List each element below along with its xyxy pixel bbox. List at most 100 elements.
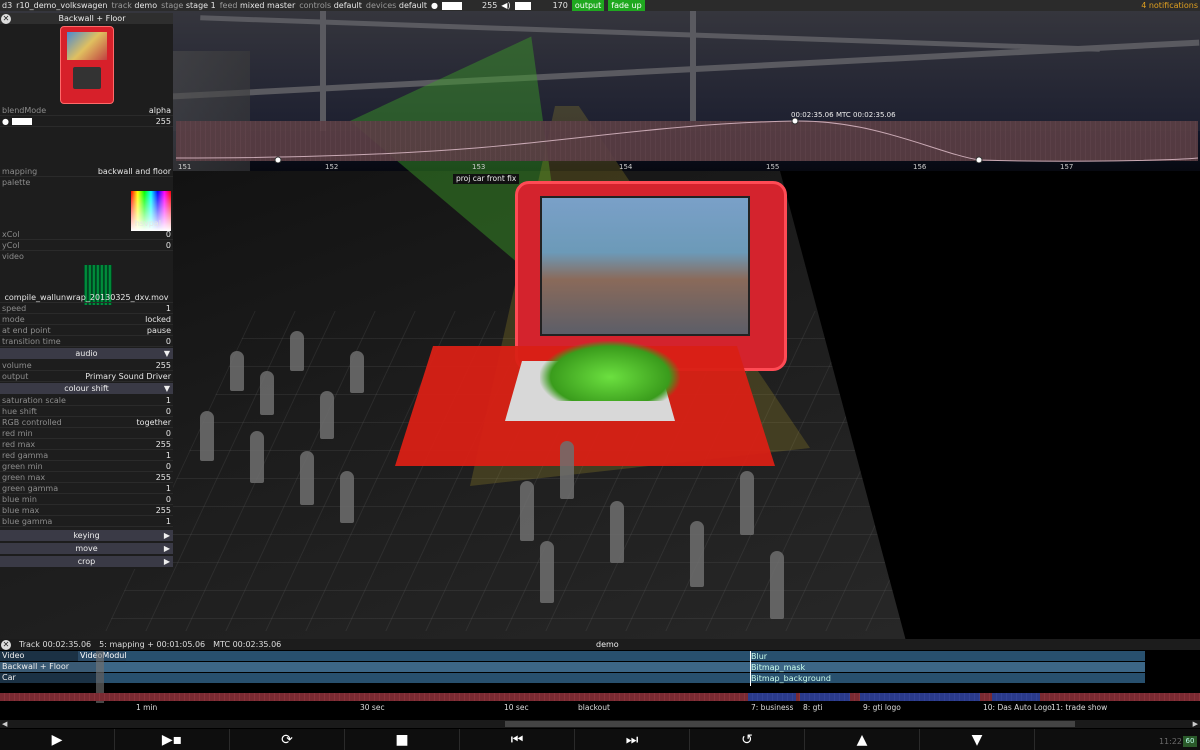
track-header: ✕ Track 00:02:35.06 5: mapping + 00:01:0… (0, 639, 1200, 650)
speaker-icon: ◀) (501, 1, 511, 10)
scroll-left-icon[interactable]: ◀ (2, 720, 7, 728)
cue-label[interactable]: 10: Das Auto Logo (983, 703, 1052, 712)
scroll-right-icon[interactable]: ▶ (1193, 720, 1198, 728)
brightness-swatch (11, 117, 32, 125)
lane-clip[interactable] (126, 651, 1145, 661)
previous-button[interactable]: ⏮ (460, 729, 575, 750)
field-xcol[interactable]: xCol 0 (0, 229, 173, 240)
field-hue-shift[interactable]: hue shift 0 (0, 406, 173, 417)
project-name[interactable]: r10_demo_volkswagen (16, 1, 107, 10)
output-state[interactable]: fade up (608, 0, 645, 11)
devices-selector[interactable]: devices default (366, 1, 427, 10)
timeline-scrollbar[interactable]: ◀ ▶ (0, 720, 1200, 728)
field-brightness[interactable]: ● 255 (0, 116, 173, 127)
field-speed[interactable]: speed 1 (0, 303, 173, 314)
app-name[interactable]: d3 (2, 1, 12, 10)
section-keying[interactable]: keying ▶ (0, 530, 173, 541)
next-icon: ⏭ (625, 731, 639, 748)
audience-figure (300, 451, 314, 505)
field-transition-time[interactable]: transition time 0 (0, 336, 173, 347)
roof-truss (320, 11, 326, 131)
track-selector[interactable]: track demo (112, 1, 158, 10)
field-rgb-controlled[interactable]: RGB controlled together (0, 417, 173, 428)
stop-button[interactable]: ■ (345, 729, 460, 750)
cue-block[interactable] (800, 693, 850, 701)
notifications-indicator[interactable]: 4 notifications (1141, 1, 1200, 10)
field-red-min[interactable]: red min 0 (0, 428, 173, 439)
cue-label[interactable]: 9: gti logo (863, 703, 901, 712)
return-button[interactable]: ↺ (690, 729, 805, 750)
cue-block[interactable] (992, 693, 1040, 701)
field-mapping[interactable]: mapping backwall and floor (0, 166, 173, 177)
up-button[interactable]: ▲ (805, 729, 920, 750)
brightness-slider[interactable] (442, 1, 463, 10)
next-button[interactable]: ⏭ (575, 729, 690, 750)
field-green-min[interactable]: green min 0 (0, 461, 173, 472)
field-volume[interactable]: volume 255 (0, 360, 173, 371)
cue-label[interactable]: blackout (578, 703, 610, 712)
lane-backwall-floor[interactable]: Backwall + Floor Bitmap_mask (0, 662, 1145, 672)
lane-clip[interactable] (104, 662, 1145, 672)
controls-selector[interactable]: controls default (299, 1, 362, 10)
play-button[interactable]: ▶ (0, 729, 115, 750)
lane-name: Backwall + Floor (2, 662, 70, 671)
field-palette[interactable]: palette (0, 177, 173, 188)
field-video[interactable]: video (0, 251, 173, 262)
section-move[interactable]: move ▶ (0, 543, 173, 554)
cue-label[interactable]: 8: gti (803, 703, 822, 712)
play-to-end-button[interactable]: ▶▪ (115, 729, 230, 750)
scrollbar-thumb[interactable] (505, 721, 1075, 727)
field-blue-max[interactable]: blue max 255 (0, 505, 173, 516)
output-label[interactable]: output (571, 0, 605, 11)
section-audio[interactable]: audio ▼ (0, 348, 173, 359)
roof-truss (690, 11, 696, 121)
field-green-max[interactable]: green max 255 (0, 472, 173, 483)
projector-label: proj car front fix (453, 174, 520, 184)
field-mode[interactable]: mode locked (0, 314, 173, 325)
audience-figure (610, 501, 624, 563)
close-icon[interactable]: ✕ (1, 639, 11, 650)
stage-selector[interactable]: stage stage 1 (161, 1, 216, 10)
field-at-end-point[interactable]: at end point pause (0, 325, 173, 336)
field-green-gamma[interactable]: green gamma 1 (0, 483, 173, 494)
palette-name: hsvpal (134, 219, 161, 228)
cue-band[interactable] (0, 693, 1200, 701)
3d-viewport[interactable] (0, 11, 1200, 639)
cue-label[interactable]: 1 min (136, 703, 157, 712)
console-screen (540, 196, 750, 336)
cue-label[interactable]: 7: business (751, 703, 793, 712)
section-crop[interactable]: crop ▶ (0, 556, 173, 567)
cue-block[interactable] (748, 693, 796, 701)
field-saturation-scale[interactable]: saturation scale 1 (0, 395, 173, 406)
field-blue-gamma[interactable]: blue gamma 1 (0, 516, 173, 527)
lane-video[interactable]: Video VideoModule Blur (0, 651, 1145, 661)
lane-car[interactable]: Car Bitmap_background (0, 673, 1145, 683)
audience-figure (740, 471, 754, 535)
cue-label[interactable]: 10 sec (504, 703, 529, 712)
loop-button[interactable]: ⟳ (230, 729, 345, 750)
lane-clip[interactable] (104, 673, 1145, 683)
car-model (540, 341, 680, 401)
chevron-down-icon: ▼ (163, 349, 170, 358)
playhead-timecode: 00:02:35.06 (791, 111, 834, 119)
keyframe-curve[interactable] (176, 118, 1198, 163)
cue-label[interactable]: 30 sec (360, 703, 385, 712)
section-colour-shift[interactable]: colour shift ▼ (0, 383, 173, 394)
down-button[interactable]: ▼ (920, 729, 1035, 750)
field-ycol[interactable]: yCol 0 (0, 240, 173, 251)
system-clock: 11:22 (1158, 737, 1182, 746)
status-bar: d3 r10_demo_volkswagen track demo stage … (0, 0, 1200, 11)
field-red-max[interactable]: red max 255 (0, 439, 173, 450)
feed-selector[interactable]: feed mixed master (220, 1, 296, 10)
cue-block[interactable] (860, 693, 980, 701)
field-output[interactable]: output Primary Sound Driver (0, 371, 173, 382)
cue-label[interactable]: 11: trade show (1051, 703, 1107, 712)
volume-slider[interactable] (514, 1, 531, 10)
transport-bar: ▶ ▶▪ ⟳ ■ ⏮ ⏭ ↺ ▲ ▼ 11:22 60 (0, 729, 1200, 750)
field-red-gamma[interactable]: red gamma 1 (0, 450, 173, 461)
close-icon[interactable]: ✕ (1, 13, 11, 24)
field-blendmode[interactable]: blendMode alpha (0, 105, 173, 116)
timeline-tick: 151 (178, 163, 192, 171)
parameter-timeline[interactable]: 00:02:35.06 MTC 00:02:35.06 151 152 153 … (176, 111, 1198, 171)
field-blue-min[interactable]: blue min 0 (0, 494, 173, 505)
